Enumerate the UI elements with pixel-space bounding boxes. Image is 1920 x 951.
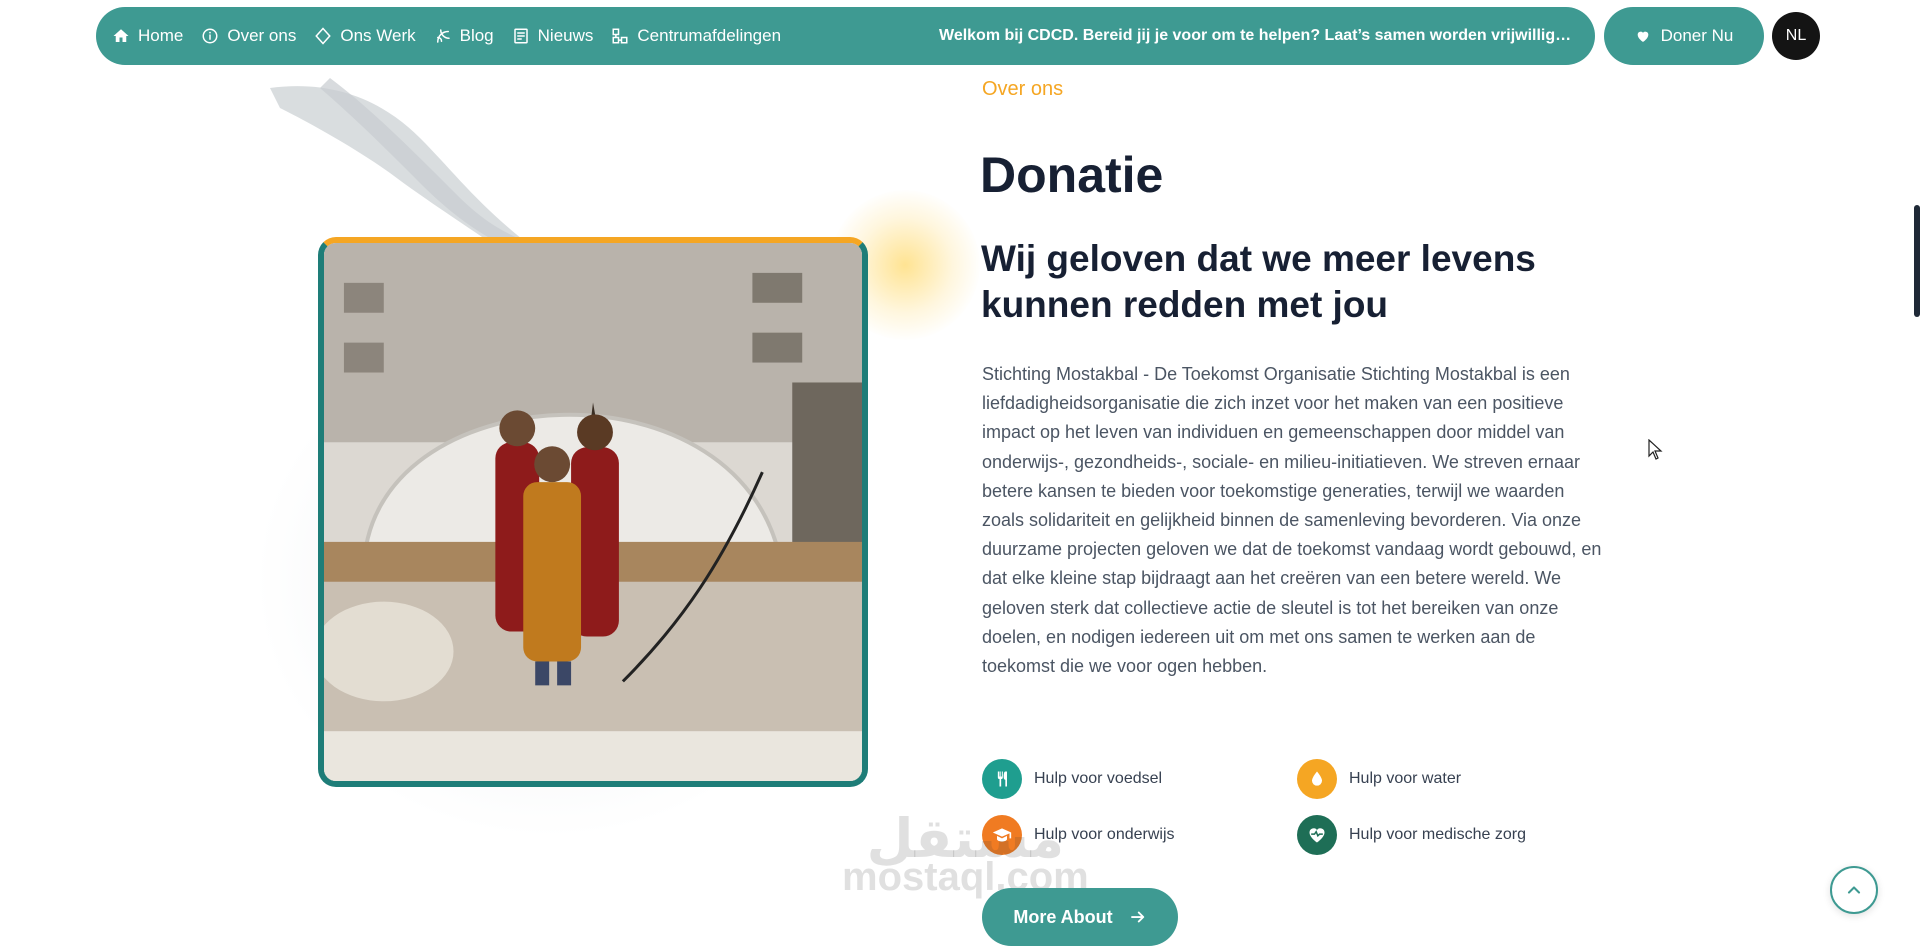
nav-label: Centrumafdelingen [637,26,782,45]
arrow-right-icon [1130,911,1144,923]
page-scrollbar-thumb[interactable] [1914,205,1920,317]
feature-label: Hulp voor water [1349,770,1462,787]
nav-item-centrumafdelingen[interactable]: Centrumafdelingen [611,26,781,46]
nav-label: Nieuws [537,26,594,45]
section-title: Donatie [980,147,1164,203]
fork-knife-icon [982,759,1022,799]
nav-label: Over ons [227,26,297,45]
departments-icon [612,28,628,44]
more-about-label: More About [1013,906,1113,927]
graduation-cap-icon [982,815,1022,855]
nav-item-ons-werk[interactable]: Ons Werk [314,26,416,46]
nav-item-nieuws[interactable]: Nieuws [512,26,594,46]
announcement-marquee: Welkom bij CDCD. Bereid jij je voor om t… [939,27,1579,44]
diamond-icon [315,27,332,45]
mouse-cursor-icon [1648,439,1663,460]
section-eyebrow: Over ons [982,78,1064,100]
about-photo [318,237,868,787]
nav-item-blog[interactable]: Blog [434,26,494,46]
info-icon [202,28,218,44]
section-subtitle: Wij geloven dat we meer levens kunnen re… [981,238,1536,325]
nav-item-over-ons[interactable]: Over ons [201,26,296,46]
feature-food: Hulp voor voedsel [982,759,1162,799]
nav-item-home[interactable]: Home [112,26,183,46]
blog-icon [436,29,450,43]
nav-label: Blog [459,26,494,45]
news-icon [513,28,528,44]
section-body: Stichting Mostakbal - De Toekomst Organi… [982,364,1602,677]
more-about-button[interactable]: More About [982,888,1178,946]
feature-label: Hulp voor voedsel [1034,770,1163,787]
donate-button[interactable]: Doner Nu [1604,7,1764,65]
feature-water: Hulp voor water [1297,759,1461,799]
chevron-up-icon [1847,886,1861,894]
water-drop-icon [1297,759,1337,799]
scroll-to-top-button[interactable] [1830,866,1878,914]
feature-label: Hulp voor medische zorg [1349,826,1526,843]
feature-education: Hulp voor onderwijs [982,815,1175,855]
donate-label: Doner Nu [1660,26,1734,45]
heart-icon [1637,31,1648,42]
nav-label: Ons Werk [340,26,416,45]
feature-label: Hulp voor onderwijs [1034,826,1175,843]
heartbeat-icon [1297,815,1337,855]
children-tent-photo [324,243,862,781]
feature-medical: Hulp voor medische zorg [1297,815,1526,855]
language-switcher[interactable]: NL [1772,12,1820,60]
main-nav: Home Over ons Ons Werk Blog Nieuws Centr… [96,7,1595,65]
nav-label: Home [138,26,184,45]
home-icon [113,29,129,42]
